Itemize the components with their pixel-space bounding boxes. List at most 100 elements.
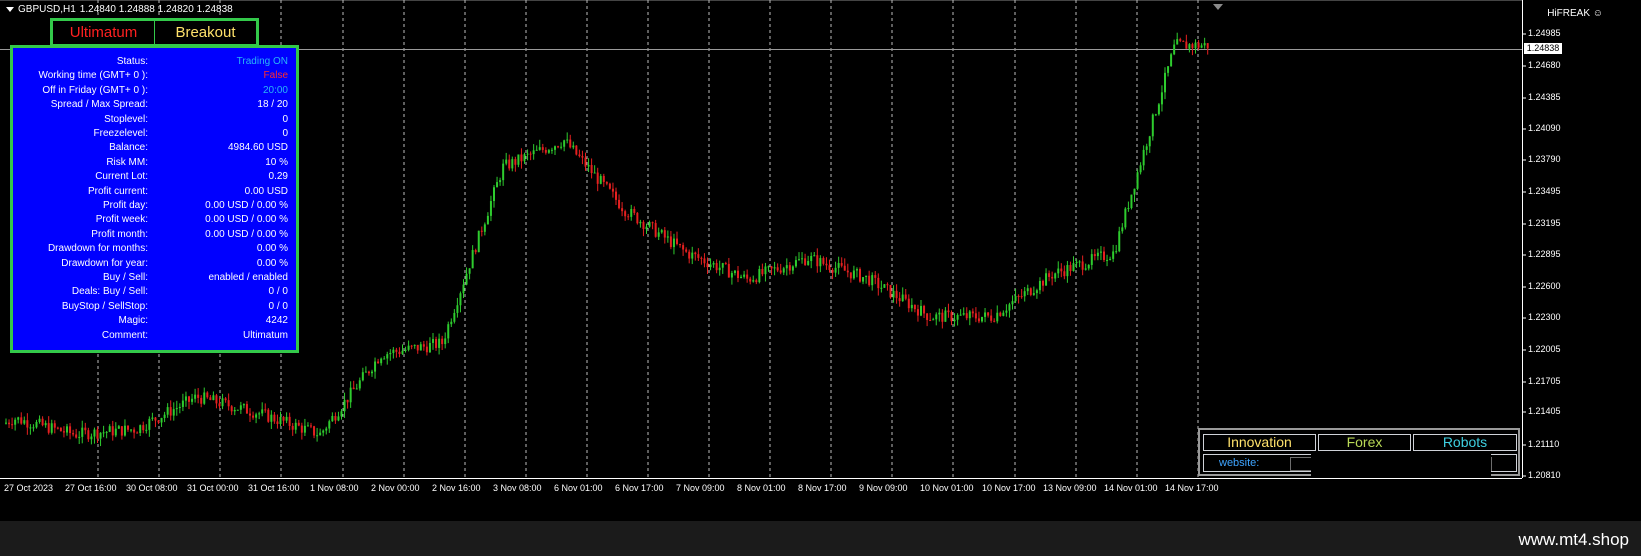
candle-body — [828, 265, 831, 271]
candle-body — [584, 157, 587, 167]
chart-shift-marker-icon[interactable] — [1213, 4, 1223, 10]
info-value: 0.00 USD / 0.00 % — [205, 214, 288, 226]
info-value: 4984.60 USD — [227, 142, 288, 154]
candle-body — [889, 284, 892, 298]
breakout-tab[interactable]: Breakout — [155, 21, 256, 44]
info-row: Profit month: 0.00 USD / 0.00 % — [13, 229, 296, 243]
forex-button[interactable]: Forex — [1318, 434, 1411, 451]
account-name: HiFREAK — [1547, 8, 1590, 19]
candle-body — [1127, 208, 1130, 210]
candle-body — [901, 294, 904, 302]
info-row: Magic: 4242 — [13, 315, 296, 329]
symbol-info: GBPUSD,H1 1.24840 1.24888 1.24820 1.2483… — [6, 4, 233, 15]
candle-body — [740, 276, 743, 279]
candle-body — [923, 305, 926, 314]
candle-body — [718, 267, 721, 271]
footer-site-link[interactable]: www.mt4.shop — [1518, 530, 1629, 550]
candle-body — [215, 395, 218, 404]
candle-body — [1078, 261, 1081, 263]
candle-body — [621, 208, 624, 212]
candle-body — [184, 396, 187, 401]
candle-body — [770, 266, 773, 269]
candle-body — [602, 175, 605, 182]
candle-body — [93, 429, 96, 437]
info-value: 0.00 USD — [244, 185, 288, 197]
info-label: Current Lot: — [95, 171, 148, 183]
candle-body — [380, 358, 383, 364]
info-label: Risk MM: — [106, 156, 148, 168]
candle-body — [62, 431, 65, 433]
candle-body — [630, 209, 633, 217]
candle-body — [1124, 208, 1127, 228]
candle-body — [730, 273, 733, 278]
candle-body — [886, 284, 889, 286]
candle-body — [926, 313, 929, 320]
dropdown-triangle-icon[interactable] — [6, 7, 14, 12]
candle-body — [84, 427, 87, 431]
candle-body — [794, 260, 797, 267]
candle-body — [974, 313, 977, 319]
candle-body — [386, 354, 389, 359]
candle-body — [291, 425, 294, 430]
info-label: Working time (GMT+ 0 ): — [38, 70, 148, 82]
candle-body — [801, 258, 804, 260]
robots-button[interactable]: Robots — [1413, 434, 1517, 451]
info-label: Drawdown for months: — [47, 243, 148, 255]
innovation-button[interactable]: Innovation — [1203, 434, 1316, 451]
candle-body — [654, 223, 657, 237]
candle-body — [123, 425, 126, 436]
candle-body — [526, 153, 529, 155]
candle-body — [252, 415, 255, 418]
candle-body — [1099, 251, 1102, 253]
candle-body — [682, 245, 685, 250]
candle-body — [1170, 54, 1173, 67]
candle-body — [904, 294, 907, 299]
info-label: Buy / Sell: — [102, 272, 148, 283]
candle-body — [181, 400, 184, 407]
ultimatum-tab[interactable]: Ultimatum — [53, 21, 155, 44]
time-tick-label: 27 Oct 2023 — [4, 483, 54, 493]
candle-body — [1045, 273, 1048, 286]
candle-body — [374, 361, 377, 372]
time-tick-label: 6 Nov 17:00 — [615, 483, 664, 493]
time-tick-label: 1 Nov 08:00 — [310, 483, 359, 493]
candle-body — [145, 429, 148, 431]
candle-body — [72, 433, 75, 435]
candle-body — [102, 432, 105, 434]
info-label: Stoplevel: — [104, 113, 148, 125]
candle-body — [968, 311, 971, 319]
candle-body — [1109, 258, 1112, 260]
time-tick-label: 8 Nov 17:00 — [798, 483, 847, 493]
candle-body — [929, 319, 932, 321]
candle-body — [676, 238, 678, 244]
candle-body — [859, 269, 861, 282]
candle-body — [871, 275, 874, 286]
candle-body — [136, 432, 139, 434]
candle-body — [337, 416, 340, 421]
candle-body — [761, 269, 764, 275]
ohlc-values: 1.24840 1.24888 1.24820 1.24838 — [79, 4, 233, 15]
candle-body — [5, 422, 7, 424]
candle-body — [1115, 251, 1118, 253]
candle-body — [239, 405, 242, 410]
price-tick-label: 1.22300 — [1528, 312, 1561, 322]
candle-body — [822, 258, 825, 264]
candle-body — [389, 352, 392, 355]
candle-body — [1096, 252, 1099, 257]
candle-body — [697, 254, 700, 258]
info-value: Ultimatum — [242, 329, 288, 341]
candle-body — [1093, 254, 1096, 257]
candle-body — [999, 312, 1002, 316]
candle-body — [694, 252, 697, 255]
candle-body — [627, 216, 630, 218]
candle-body — [852, 270, 855, 279]
chart-area[interactable]: GBPUSD,H1 1.24840 1.24888 1.24820 1.2483… — [0, 0, 1641, 521]
candle-body — [959, 314, 962, 316]
info-label: Status: — [116, 56, 148, 67]
candle-body — [35, 421, 38, 428]
candle-body — [1133, 188, 1136, 195]
info-row: Spread / Max Spread: 18 / 20 — [13, 99, 296, 113]
info-value: 0 / 0 — [268, 286, 288, 298]
info-row: Profit day: 0.00 USD / 0.00 % — [13, 200, 296, 214]
candle-body — [178, 406, 181, 409]
